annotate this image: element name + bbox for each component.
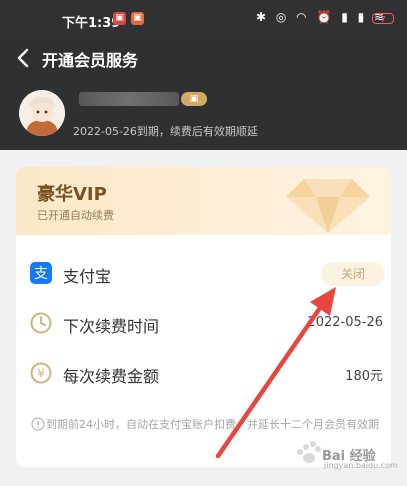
- renewal-amount-label: 每次续费金额: [63, 367, 160, 386]
- close-auto-renew-button[interactable]: 关闭: [321, 262, 385, 286]
- page-header: 开通会员服务 ▣ 2022-05-26到期，续费后有效期顺延: [0, 38, 407, 150]
- svg-text:支: 支: [34, 266, 48, 282]
- page-title: 开通会员服务: [42, 51, 139, 70]
- status-bar: 下午1:39 ▣ ▣ ✱ ◎ ◠ ⏰ ▮ ▮ ≋ 7: [0, 0, 407, 38]
- renewal-notice: 到期前24小时，自动在支付宝账户扣费，并延长十二个月会员有效期: [46, 418, 379, 431]
- next-renewal-value: 2022-05-26: [307, 315, 383, 330]
- app-notification-icon: ▣: [113, 12, 126, 25]
- battery-icon: 7: [372, 13, 394, 24]
- clock-icon: [30, 312, 52, 334]
- watermark-url: jingyan.baidu.com: [324, 461, 398, 470]
- vip-title: 豪华VIP: [37, 184, 107, 205]
- back-arrow-icon[interactable]: [12, 46, 36, 70]
- app-notification-icon-2: ▣: [131, 12, 144, 25]
- next-renewal-label: 下次续费时间: [63, 317, 160, 336]
- vip-subtitle: 已开通自动续费: [37, 209, 114, 222]
- status-icons: ✱ ◎ ◠ ⏰ ▮ ▮ ≋: [256, 10, 388, 24]
- yen-icon: ¥: [30, 362, 52, 384]
- diamond-icon: [286, 179, 370, 233]
- info-icon: [31, 417, 45, 431]
- expire-date-text: 2022-05-26到期，续费后有效期顺延: [73, 125, 258, 138]
- renewal-amount-row: ¥ 每次续费金额 180元: [16, 353, 391, 395]
- next-renewal-row: 下次续费时间 2022-05-26: [16, 303, 391, 345]
- user-avatar[interactable]: [19, 90, 65, 136]
- payment-method-label: 支付宝: [63, 267, 112, 286]
- username-redacted: [79, 92, 179, 106]
- vip-level-badge: ▣: [181, 92, 207, 106]
- vip-card-header: 豪华VIP 已开通自动续费: [16, 167, 391, 235]
- renewal-amount-value: 180元: [345, 369, 383, 384]
- svg-text:¥: ¥: [37, 367, 45, 381]
- payment-method-row: 支 支付宝 关闭: [16, 253, 391, 295]
- vip-card: 豪华VIP 已开通自动续费 支 支付宝 关闭 下次续费时间 2022-05-26…: [16, 167, 391, 467]
- status-time: 下午1:39: [62, 16, 121, 31]
- alipay-icon: 支: [30, 262, 52, 284]
- avatar-illustration: [19, 90, 65, 136]
